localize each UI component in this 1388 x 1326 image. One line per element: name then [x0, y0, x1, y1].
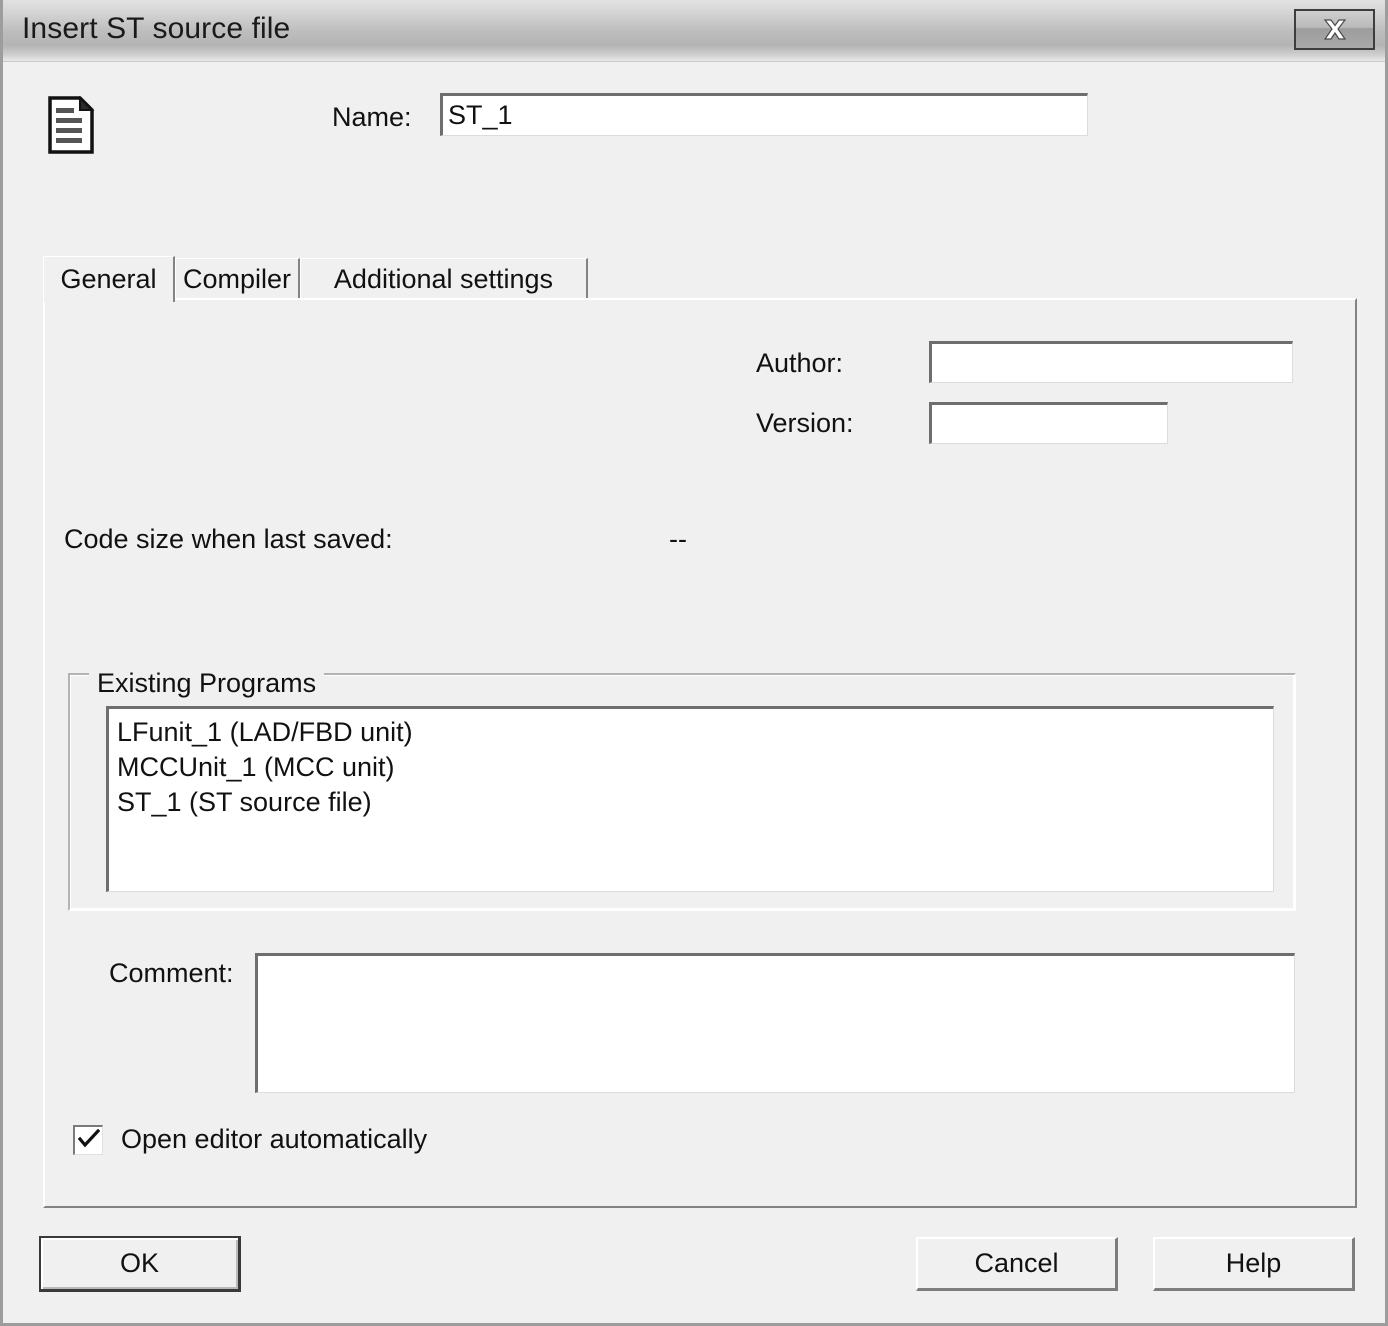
comment-input[interactable] [255, 953, 1295, 1093]
close-x-icon [1323, 18, 1346, 40]
insert-st-source-file-dialog: Insert ST source file Name: General Comp… [0, 0, 1388, 1326]
version-input[interactable] [929, 402, 1168, 444]
ok-button-label: OK [119, 1248, 159, 1278]
open-editor-automatically-checkbox[interactable] [73, 1124, 103, 1155]
list-item[interactable]: MCCUnit_1 (MCC unit) [109, 750, 1273, 785]
ok-button[interactable]: OK [39, 1236, 241, 1292]
name-label: Name: [332, 102, 412, 132]
help-button-label: Help [1225, 1248, 1282, 1278]
open-editor-automatically-label: Open editor automatically [121, 1124, 428, 1154]
window-title: Insert ST source file [22, 12, 291, 45]
tab-general-label: General [60, 264, 157, 294]
version-label: Version: [756, 408, 854, 438]
code-size-label: Code size when last saved: [64, 524, 393, 554]
code-size-value: -- [669, 524, 687, 554]
existing-programs-legend: Existing Programs [89, 668, 325, 699]
author-label: Author: [756, 348, 844, 378]
list-item[interactable]: ST_1 (ST source file) [109, 785, 1273, 820]
list-item[interactable]: LFunit_1 (LAD/FBD unit) [109, 715, 1273, 750]
open-editor-automatically-row[interactable]: Open editor automatically [73, 1124, 427, 1155]
existing-programs-list[interactable]: LFunit_1 (LAD/FBD unit) MCCUnit_1 (MCC u… [106, 706, 1274, 892]
title-bar: Insert ST source file [3, 0, 1385, 62]
st-source-file-document-icon [47, 95, 95, 154]
tab-additional-settings-label: Additional settings [333, 264, 554, 294]
author-input[interactable] [929, 341, 1293, 383]
name-input[interactable] [440, 93, 1088, 136]
cancel-button[interactable]: Cancel [916, 1237, 1118, 1291]
checkmark-icon [78, 1128, 100, 1147]
close-button[interactable] [1294, 9, 1375, 50]
comment-label: Comment: [109, 958, 234, 988]
tab-compiler-label: Compiler [182, 264, 292, 294]
tab-additional-settings[interactable]: Additional settings [300, 258, 588, 300]
active-tab-seam [45, 296, 173, 301]
help-button[interactable]: Help [1153, 1237, 1355, 1291]
cancel-button-label: Cancel [974, 1248, 1059, 1278]
tab-compiler[interactable]: Compiler [175, 258, 300, 300]
